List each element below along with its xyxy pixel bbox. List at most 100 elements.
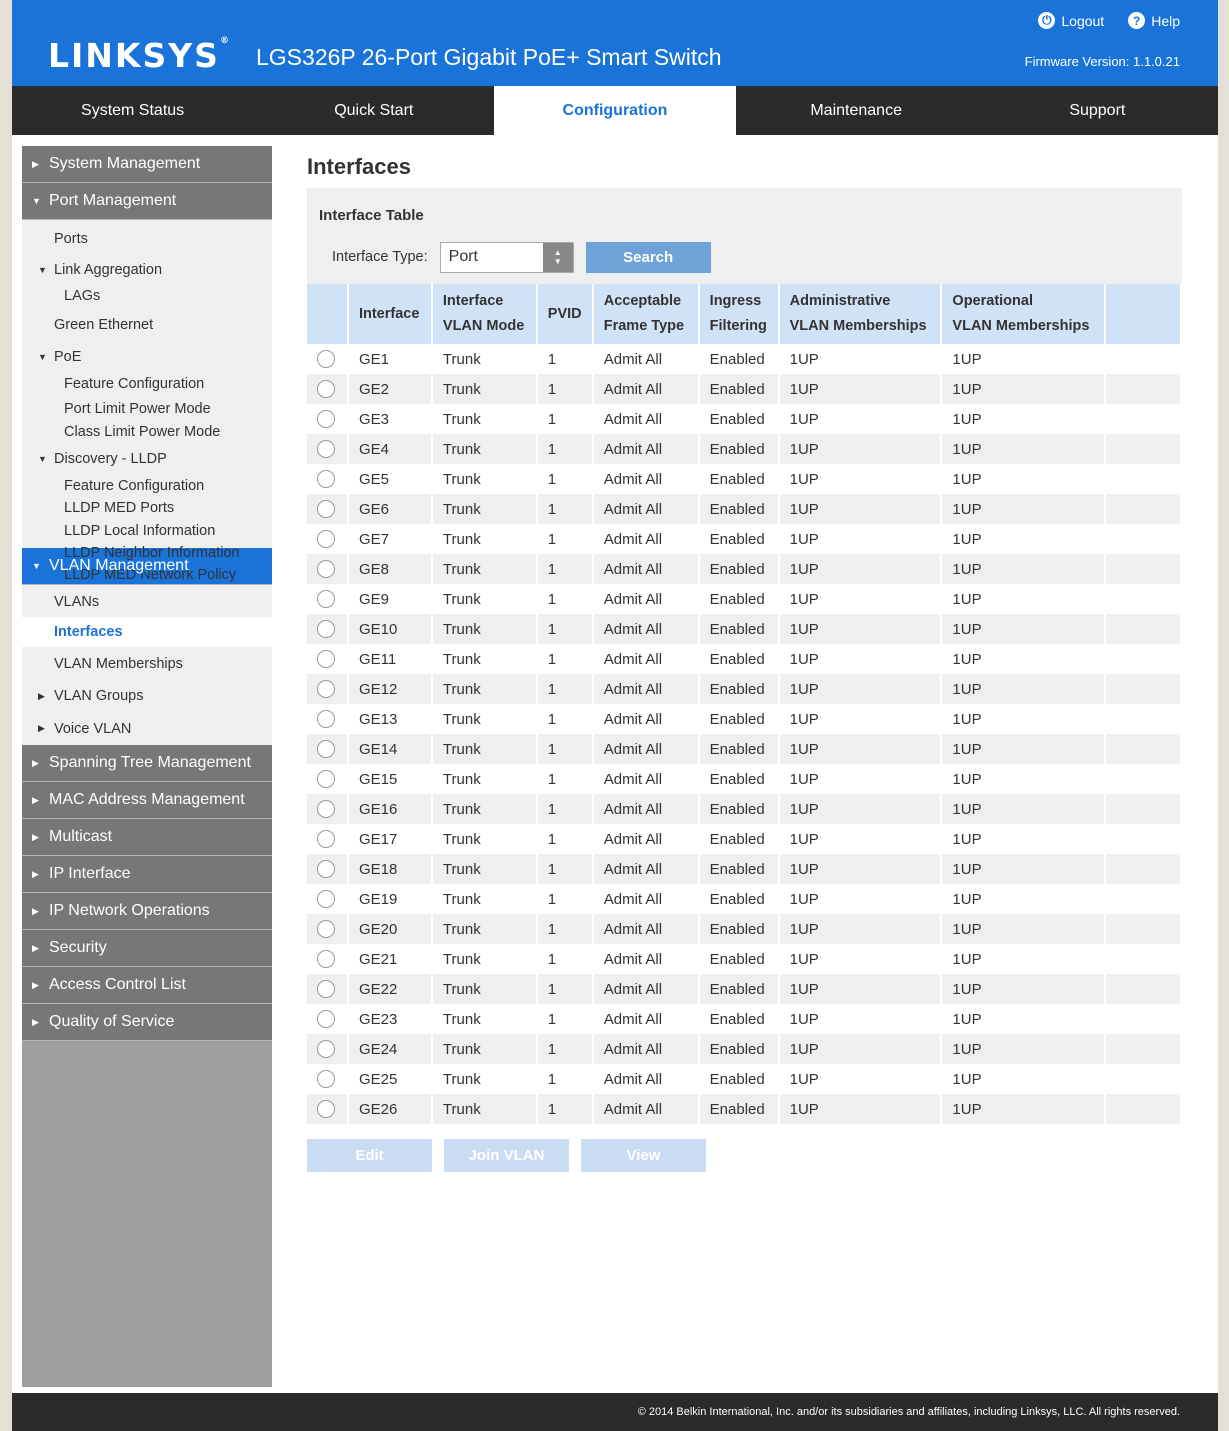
- row-select-radio[interactable]: [317, 1040, 335, 1059]
- cell-vlan-mode: Trunk: [431, 404, 538, 434]
- sidebar-item-poe[interactable]: ▼ PoE: [22, 344, 272, 370]
- sidebar-item-system-management[interactable]: ▶ System Management: [22, 146, 272, 183]
- table-row[interactable]: GE5 Trunk 1 Admit All Enabled 1UP 1UP: [307, 464, 1182, 494]
- row-select-radio[interactable]: [317, 470, 335, 489]
- table-row[interactable]: GE22 Trunk 1 Admit All Enabled 1UP 1UP: [307, 974, 1182, 1004]
- table-row[interactable]: GE20 Trunk 1 Admit All Enabled 1UP 1UP: [307, 914, 1182, 944]
- table-row[interactable]: GE24 Trunk 1 Admit All Enabled 1UP 1UP: [307, 1034, 1182, 1064]
- sidebar-item-multicast[interactable]: ▶ Multicast: [22, 819, 272, 856]
- sidebar-item-vlan-groups[interactable]: ▶ VLAN Groups: [22, 680, 272, 712]
- row-select-radio[interactable]: [317, 380, 335, 399]
- sidebar-item-access-control-list[interactable]: ▶ Access Control List: [22, 967, 272, 1004]
- row-select-radio[interactable]: [317, 890, 335, 909]
- sidebar-item-poe-feature-configuration[interactable]: Feature Configuration: [22, 370, 272, 398]
- row-select-radio[interactable]: [317, 740, 335, 759]
- table-row[interactable]: GE10 Trunk 1 Admit All Enabled 1UP 1UP: [307, 614, 1182, 644]
- sidebar-item-lags[interactable]: LAGs: [22, 286, 272, 306]
- sidebar-item-green-ethernet[interactable]: Green Ethernet: [22, 306, 272, 344]
- sidebar-item-vlan-memberships[interactable]: VLAN Memberships: [22, 647, 272, 680]
- row-select-radio[interactable]: [317, 830, 335, 849]
- table-row[interactable]: GE7 Trunk 1 Admit All Enabled 1UP 1UP: [307, 524, 1182, 554]
- sidebar-item-ip-network-operations[interactable]: ▶ IP Network Operations: [22, 893, 272, 930]
- row-select-radio[interactable]: [317, 350, 335, 369]
- sidebar-item-lldp-local-information[interactable]: LLDP Local Information: [22, 519, 272, 542]
- row-select-radio[interactable]: [317, 440, 335, 459]
- table-row[interactable]: GE1 Trunk 1 Admit All Enabled 1UP 1UP: [307, 344, 1182, 374]
- row-select-radio[interactable]: [317, 650, 335, 669]
- row-select-radio[interactable]: [317, 560, 335, 579]
- row-select-radio[interactable]: [317, 1100, 335, 1119]
- row-select-radio[interactable]: [317, 590, 335, 609]
- sidebar-item-interfaces[interactable]: Interfaces: [22, 617, 272, 647]
- sidebar-item-port-limit-power-mode[interactable]: Port Limit Power Mode: [22, 398, 272, 420]
- table-row[interactable]: GE2 Trunk 1 Admit All Enabled 1UP 1UP: [307, 374, 1182, 404]
- sidebar-item-mac-address-management[interactable]: ▶ MAC Address Management: [22, 782, 272, 819]
- sidebar-item-ports[interactable]: Ports: [22, 225, 272, 253]
- sidebar-item-port-management[interactable]: ▼ Port Management: [22, 183, 272, 220]
- row-select-radio[interactable]: [317, 530, 335, 549]
- sidebar-item-discovery-lldp[interactable]: ▼ Discovery - LLDP: [22, 443, 272, 475]
- table-row[interactable]: GE4 Trunk 1 Admit All Enabled 1UP 1UP: [307, 434, 1182, 464]
- sidebar-item-security[interactable]: ▶ Security: [22, 930, 272, 967]
- row-select-radio[interactable]: [317, 1010, 335, 1029]
- table-row[interactable]: GE11 Trunk 1 Admit All Enabled 1UP 1UP: [307, 644, 1182, 674]
- row-select-radio[interactable]: [317, 980, 335, 999]
- sidebar-item-link-aggregation[interactable]: ▼ Link Aggregation: [22, 253, 272, 286]
- table-row[interactable]: GE25 Trunk 1 Admit All Enabled 1UP 1UP: [307, 1064, 1182, 1094]
- sidebar-item-spanning-tree-management[interactable]: ▶ Spanning Tree Management: [22, 745, 272, 782]
- cell-admin-vlan-memberships: 1UP: [778, 464, 943, 494]
- sidebar-item-ip-interface[interactable]: ▶ IP Interface: [22, 856, 272, 893]
- table-row[interactable]: GE18 Trunk 1 Admit All Enabled 1UP 1UP: [307, 854, 1182, 884]
- sidebar-item-class-limit-power-mode[interactable]: Class Limit Power Mode: [22, 420, 272, 443]
- table-row[interactable]: GE26 Trunk 1 Admit All Enabled 1UP 1UP: [307, 1094, 1182, 1124]
- view-button[interactable]: View: [581, 1139, 706, 1172]
- tab-support[interactable]: Support: [977, 86, 1218, 135]
- search-button[interactable]: Search: [585, 241, 711, 273]
- logout-icon: ⏻: [1038, 12, 1056, 29]
- help-link[interactable]: ? Help: [1128, 12, 1180, 29]
- sidebar-item-voice-vlan[interactable]: ▶ Voice VLAN: [22, 712, 272, 745]
- table-row[interactable]: GE23 Trunk 1 Admit All Enabled 1UP 1UP: [307, 1004, 1182, 1034]
- table-row[interactable]: GE19 Trunk 1 Admit All Enabled 1UP 1UP: [307, 884, 1182, 914]
- row-select-radio[interactable]: [317, 860, 335, 879]
- tab-configuration[interactable]: Configuration: [494, 86, 736, 135]
- join-vlan-button[interactable]: Join VLAN: [444, 1139, 569, 1172]
- table-row[interactable]: GE9 Trunk 1 Admit All Enabled 1UP 1UP: [307, 584, 1182, 614]
- row-select-radio[interactable]: [317, 1070, 335, 1089]
- row-select-radio[interactable]: [317, 680, 335, 699]
- row-select-radio[interactable]: [317, 620, 335, 639]
- table-row[interactable]: GE17 Trunk 1 Admit All Enabled 1UP 1UP: [307, 824, 1182, 854]
- cell-frame-type: Admit All: [592, 344, 700, 374]
- logout-link[interactable]: ⏻ Logout: [1038, 12, 1104, 29]
- sidebar-item-vlans[interactable]: VLANs: [22, 587, 272, 617]
- cell-interface: GE14: [347, 734, 433, 764]
- interface-type-select[interactable]: Port ▲ ▼: [439, 241, 574, 273]
- row-select-radio[interactable]: [317, 800, 335, 819]
- row-select-radio[interactable]: [317, 500, 335, 519]
- table-row[interactable]: GE13 Trunk 1 Admit All Enabled 1UP 1UP: [307, 704, 1182, 734]
- row-select-radio[interactable]: [317, 710, 335, 729]
- table-row[interactable]: GE3 Trunk 1 Admit All Enabled 1UP 1UP: [307, 404, 1182, 434]
- cell-interface: GE9: [347, 584, 433, 614]
- table-row[interactable]: GE8 Trunk 1 Admit All Enabled 1UP 1UP: [307, 554, 1182, 584]
- table-row[interactable]: GE6 Trunk 1 Admit All Enabled 1UP 1UP: [307, 494, 1182, 524]
- table-row[interactable]: GE12 Trunk 1 Admit All Enabled 1UP 1UP: [307, 674, 1182, 704]
- cell-pvid: 1: [536, 434, 594, 464]
- sidebar-item-lldp-med-ports[interactable]: LLDP MED Ports: [22, 497, 272, 519]
- tab-maintenance[interactable]: Maintenance: [736, 86, 977, 135]
- tab-system-status[interactable]: System Status: [12, 86, 253, 135]
- table-row[interactable]: GE15 Trunk 1 Admit All Enabled 1UP 1UP: [307, 764, 1182, 794]
- page-title: Interfaces: [307, 154, 411, 179]
- row-select-radio[interactable]: [317, 410, 335, 429]
- tab-quick-start[interactable]: Quick Start: [253, 86, 494, 135]
- logout-label: Logout: [1061, 12, 1105, 29]
- sidebar-item-lldp-feature-configuration[interactable]: Feature Configuration: [22, 475, 272, 497]
- row-select-radio[interactable]: [317, 920, 335, 939]
- table-row[interactable]: GE16 Trunk 1 Admit All Enabled 1UP 1UP: [307, 794, 1182, 824]
- row-select-radio[interactable]: [317, 770, 335, 789]
- row-select-radio[interactable]: [317, 950, 335, 969]
- sidebar-item-quality-of-service[interactable]: ▶ Quality of Service: [22, 1004, 272, 1041]
- table-row[interactable]: GE14 Trunk 1 Admit All Enabled 1UP 1UP: [307, 734, 1182, 764]
- edit-button[interactable]: Edit: [307, 1139, 432, 1172]
- table-row[interactable]: GE21 Trunk 1 Admit All Enabled 1UP 1UP: [307, 944, 1182, 974]
